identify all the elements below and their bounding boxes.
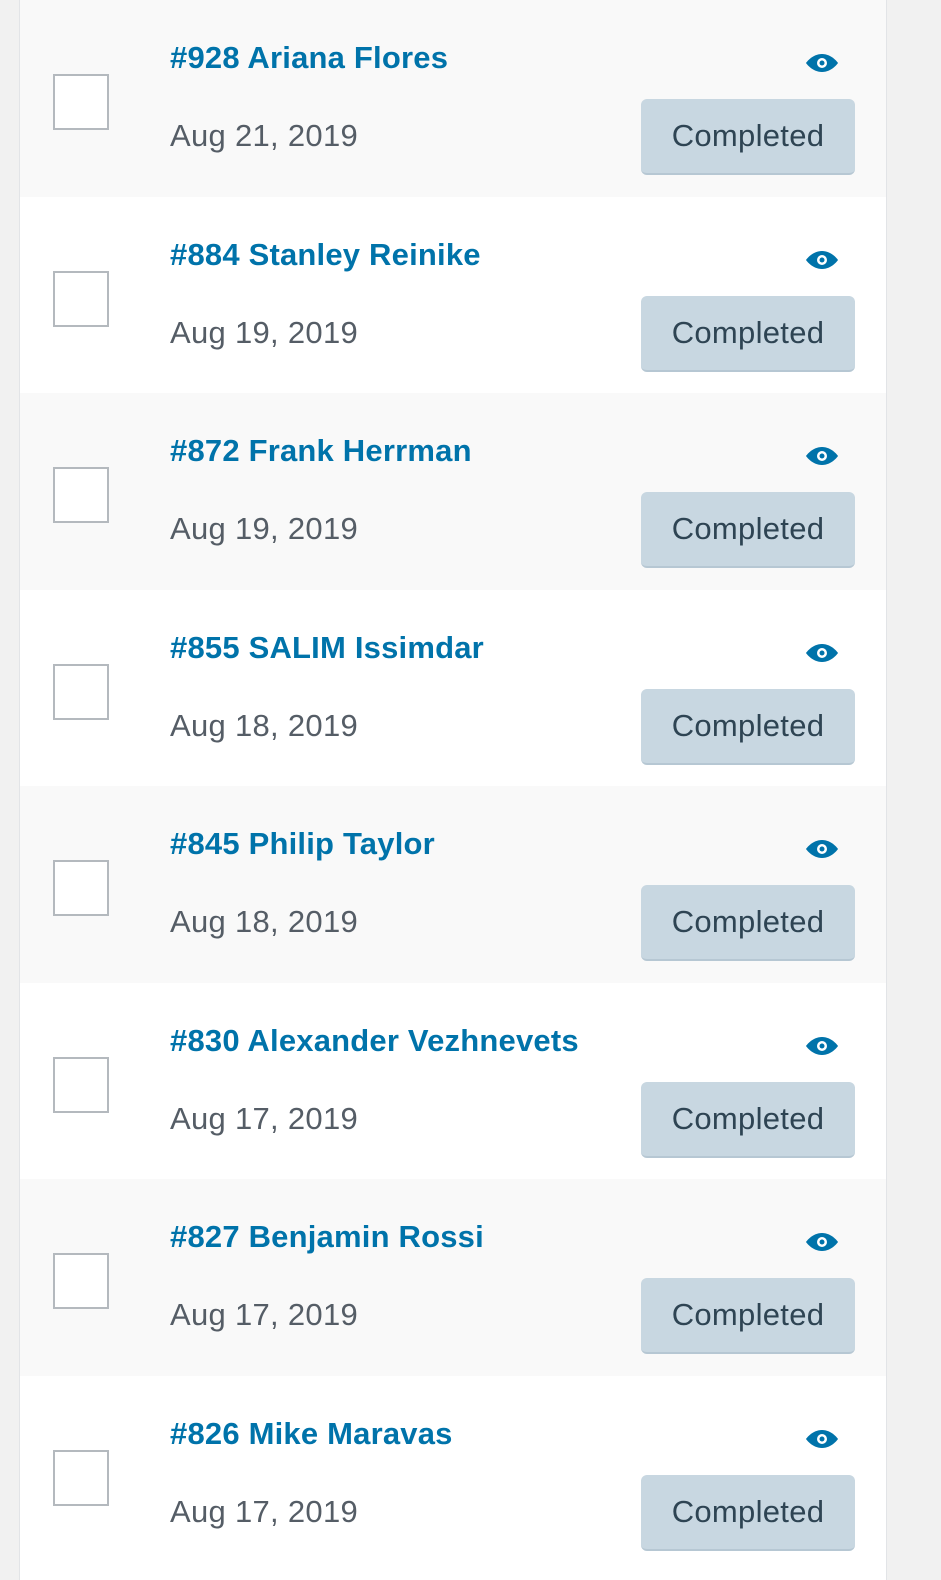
order-status-badge: Completed (641, 1278, 855, 1354)
order-date: Aug 21, 2019 (170, 118, 359, 153)
order-title-link[interactable]: #928 Ariana Flores (170, 40, 448, 76)
order-select-checkbox[interactable] (53, 860, 109, 916)
eye-icon[interactable] (804, 640, 840, 666)
order-date: Aug 18, 2019 (170, 707, 359, 743)
order-row: #845 Philip Taylor Aug 18, 2019 Complete… (20, 786, 886, 983)
order-date: Aug 19, 2019 (170, 511, 359, 546)
order-title-link[interactable]: #845 Philip Taylor (170, 826, 435, 862)
order-title-link[interactable]: #884 Stanley Reinike (170, 237, 481, 273)
order-row: #855 SALIM Issimdar Aug 18, 2019 Complet… (20, 590, 886, 787)
eye-icon[interactable] (804, 247, 840, 273)
order-title-link[interactable]: #826 Mike Maravas (170, 1416, 453, 1452)
order-date: Aug 19, 2019 (170, 314, 359, 350)
orders-page: #928 Ariana Flores Aug 21, 2019 Complete… (0, 0, 941, 1580)
order-row: #830 Alexander Vezhnevets Aug 17, 2019 C… (20, 983, 886, 1180)
order-row: #872 Frank Herrman Aug 19, 2019 Complete… (20, 393, 886, 590)
orders-list: #928 Ariana Flores Aug 21, 2019 Complete… (19, 0, 887, 1580)
order-status-badge: Completed (641, 492, 855, 568)
order-row: #928 Ariana Flores Aug 21, 2019 Complete… (20, 0, 886, 197)
eye-icon[interactable] (804, 1426, 840, 1452)
order-select-checkbox[interactable] (53, 1253, 109, 1309)
order-status-badge: Completed (641, 885, 855, 961)
order-select-checkbox[interactable] (53, 270, 109, 327)
order-row: #827 Benjamin Rossi Aug 17, 2019 Complet… (20, 1179, 886, 1376)
order-select-checkbox[interactable] (53, 1449, 109, 1506)
eye-icon[interactable] (804, 1033, 840, 1059)
order-title-link[interactable]: #872 Frank Herrman (170, 433, 472, 469)
order-date: Aug 17, 2019 (170, 1493, 359, 1529)
order-select-checkbox[interactable] (53, 74, 109, 130)
eye-icon[interactable] (804, 443, 840, 469)
order-select-checkbox[interactable] (53, 467, 109, 523)
order-title-link[interactable]: #830 Alexander Vezhnevets (170, 1023, 579, 1059)
eye-icon[interactable] (804, 1229, 840, 1255)
eye-icon[interactable] (804, 50, 840, 76)
order-row: #884 Stanley Reinike Aug 19, 2019 Comple… (20, 197, 886, 394)
order-date: Aug 18, 2019 (170, 904, 359, 939)
order-status-badge: Completed (641, 1081, 855, 1158)
order-title-link[interactable]: #827 Benjamin Rossi (170, 1219, 484, 1255)
order-status-badge: Completed (641, 99, 855, 175)
order-title-link[interactable]: #855 SALIM Issimdar (170, 630, 484, 666)
order-date: Aug 17, 2019 (170, 1100, 359, 1136)
order-status-badge: Completed (641, 688, 855, 765)
order-select-checkbox[interactable] (53, 663, 109, 720)
order-date: Aug 17, 2019 (170, 1297, 359, 1332)
order-select-checkbox[interactable] (53, 1056, 109, 1113)
order-status-badge: Completed (641, 1474, 855, 1551)
order-row: #826 Mike Maravas Aug 17, 2019 Completed (20, 1376, 886, 1573)
order-status-badge: Completed (641, 295, 855, 372)
eye-icon[interactable] (804, 836, 840, 862)
